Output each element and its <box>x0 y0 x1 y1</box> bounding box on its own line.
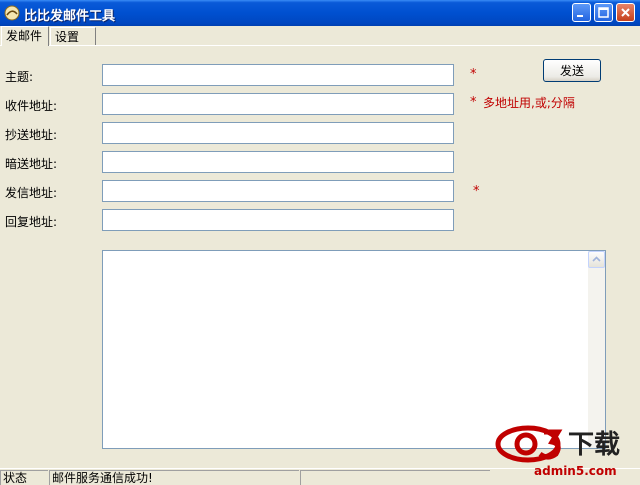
close-button[interactable] <box>616 3 635 22</box>
watermark-url: admin5.com <box>534 464 617 478</box>
recipient-input[interactable] <box>102 93 454 115</box>
reply-to-input[interactable] <box>102 209 454 231</box>
close-icon <box>621 8 630 17</box>
minimize-button[interactable] <box>572 3 591 22</box>
scroll-up-button[interactable] <box>588 251 605 268</box>
subject-label: 主题: <box>5 70 34 84</box>
tab-panel-border <box>0 45 640 46</box>
maximize-icon <box>598 7 609 18</box>
sender-input[interactable] <box>102 180 454 202</box>
status-panel-empty <box>300 470 490 485</box>
sender-required-mark: * <box>473 184 480 199</box>
bcc-label: 暗送地址: <box>5 157 58 171</box>
reply-to-label: 回复地址: <box>5 215 58 229</box>
recipient-hint: 多地址用,或;分隔 <box>483 96 575 110</box>
watermark-logo-icon <box>495 425 563 463</box>
minimize-icon <box>577 15 583 17</box>
cc-label: 抄送地址: <box>5 128 58 142</box>
window-title: 比比发邮件工具 <box>24 9 116 24</box>
cc-input[interactable] <box>102 122 454 144</box>
title-bar[interactable]: 比比发邮件工具 <box>0 0 640 26</box>
watermark-logo-text: 下载 <box>568 430 621 460</box>
bcc-input[interactable] <box>102 151 454 173</box>
recipient-required-mark: * <box>470 95 477 110</box>
recipient-label: 收件地址: <box>5 99 58 113</box>
status-message: 邮件服务通信成功! <box>49 470 299 485</box>
tab-settings[interactable]: 设置 <box>50 27 96 45</box>
subject-required-mark: * <box>470 67 477 82</box>
maximize-button[interactable] <box>594 3 613 22</box>
send-button[interactable]: 发送 <box>543 59 601 82</box>
tab-send-mail[interactable]: 发邮件 <box>1 26 49 46</box>
sender-label: 发信地址: <box>5 186 58 200</box>
watermark: 下载 admin5.com <box>492 418 638 478</box>
app-window: 比比发邮件工具 发邮件 设置 主题: * 收件地址: * 多地址用,或;分隔 抄… <box>0 0 640 485</box>
app-icon <box>4 5 20 21</box>
status-label: 状态 <box>0 470 48 485</box>
tab-strip: 发邮件 设置 <box>0 26 640 46</box>
subject-input[interactable] <box>102 64 454 86</box>
chevron-up-icon <box>592 256 601 262</box>
